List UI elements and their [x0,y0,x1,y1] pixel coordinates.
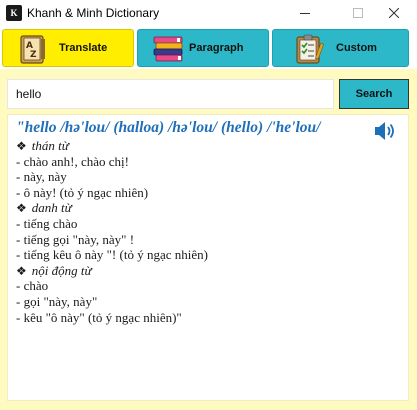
diamond-bullet-icon: ❖ [16,263,27,278]
definition-line: - ô này! (tỏ ý ngạc nhiên) [16,185,396,201]
title-bar: K Khanh & Minh Dictionary [0,0,417,26]
search-button[interactable]: Search [339,79,409,109]
maximize-icon [353,8,363,18]
tab-translate[interactable]: A Z Translate [2,29,134,67]
definition-line: - kêu "ô này" (tỏ ý ngạc nhiên)" [16,310,396,326]
tab-paragraph[interactable]: Paragraph [137,29,269,67]
tab-bar: A Z Translate Paragraph Custom [0,26,417,69]
search-input[interactable] [7,79,334,109]
definition-line: - này, này [16,169,396,185]
part-of-speech: ❖ thán từ [16,138,396,154]
definition-line: - tiếng gọi "này, này" ! [16,232,396,248]
result-panel: "hello /hə'lou/ (halloa) /hə'lou/ (hello… [7,114,409,401]
tab-paragraph-label: Paragraph [189,42,244,54]
definition-text: - gọi "này, này" [16,293,98,309]
close-button[interactable] [371,0,417,26]
definition-text: - kêu "ô này" (tỏ ý ngạc nhiên)" [16,309,182,325]
definition-line: - tiếng kêu ô này "! (tỏ ý ngạc nhiên) [16,247,396,263]
minimize-button[interactable] [282,0,328,26]
svg-text:Z: Z [30,50,37,60]
part-of-speech-label: thán từ [31,138,69,153]
definition-text: - này, này [16,169,67,185]
definition-line: - chào [16,278,396,294]
close-icon [389,8,399,18]
window-title: Khanh & Minh Dictionary [27,6,160,20]
definition-text: - tiếng kêu ô này "! (tỏ ý ngạc nhiên) [16,247,208,263]
tab-custom-label: Custom [336,42,377,54]
definition-text: - chào anh!, chào chị! [16,153,129,169]
checklist-clipboard-icon [296,34,324,64]
definition-text: - chào [16,278,49,294]
definition-text: - tiếng gọi "này, này" ! [16,231,135,247]
definition-text: - ô này! (tỏ ý ngạc nhiên) [16,184,149,200]
headword-text: hello /hə'lou/ (halloa) /hə'lou/ (hello)… [24,119,321,136]
headword: "hello /hə'lou/ (halloa) /hə'lou/ (hello… [16,119,366,137]
definition-line: - tiếng chào [16,216,396,232]
translate-panel: Search "hello /hə'lou/ (halloa) /hə'lou/… [0,69,417,410]
part-of-speech: ❖ nội động từ [16,263,396,279]
tab-custom[interactable]: Custom [272,29,409,67]
app-logo-icon: K [6,5,22,21]
definition-text: - tiếng chào [16,215,78,231]
minimize-icon [300,12,310,14]
definition-line: - chào anh!, chào chị! [16,154,396,170]
tab-translate-label: Translate [59,42,108,54]
part-of-speech-label: danh từ [31,200,72,216]
diamond-bullet-icon: ❖ [16,139,27,153]
part-of-speech: ❖ danh từ [16,200,396,216]
dictionary-az-icon: A Z [20,35,45,64]
books-stack-icon [153,36,183,62]
headword-quote: " [16,119,25,136]
diamond-bullet-icon: ❖ [16,201,27,216]
definition-line: - gọi "này, này" [16,294,396,310]
definition-list: ❖ thán từ - chào anh!, chào chị! - này, này… [16,138,396,325]
part-of-speech-label: nội động từ [31,262,92,278]
